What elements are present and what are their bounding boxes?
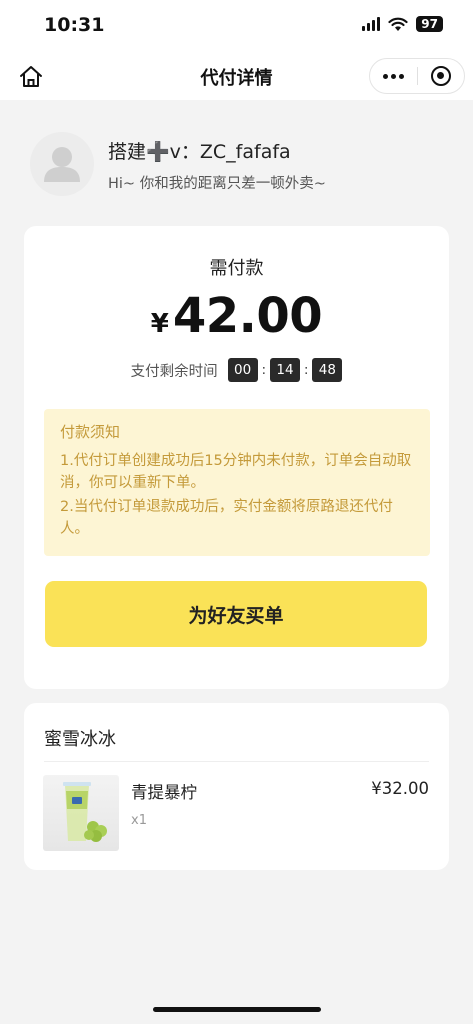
- product-image: [43, 775, 119, 851]
- requester-name: 搭建➕v：ZC_fafafa: [108, 141, 291, 163]
- home-indicator: [153, 1007, 321, 1012]
- countdown-hours: 00: [227, 358, 258, 382]
- countdown-seconds: 48: [312, 358, 343, 382]
- battery-icon: 97: [416, 16, 443, 32]
- target-close-icon: [430, 66, 451, 86]
- countdown-minutes: 14: [270, 358, 300, 382]
- amount-value: 42.00: [172, 288, 323, 344]
- product-quantity: x1: [131, 813, 147, 828]
- notice-title: 付款须知: [60, 423, 121, 441]
- payment-notice: 付款须知 1.代付订单创建成功后15分钟内未付款，订单会自动取消，你可以重新下单…: [44, 409, 430, 556]
- close-button[interactable]: [417, 59, 464, 93]
- pay-for-friend-button[interactable]: 为好友买单: [45, 581, 427, 647]
- status-time: 10:31: [44, 14, 105, 36]
- mini-program-capsule: [369, 58, 465, 94]
- store-name: 蜜雪冰冰: [44, 729, 116, 750]
- order-card: 蜜雪冰冰 青提暴柠 ¥32.00 x1: [24, 703, 449, 870]
- more-dots-icon: [382, 73, 388, 79]
- amount-label: 需付款: [209, 258, 264, 279]
- signal-icon: [362, 17, 381, 31]
- avatar: [30, 132, 94, 196]
- countdown: 支付剩余时间 00 : 14 : 48: [24, 358, 449, 382]
- payment-card: 需付款 ¥ 42.00 支付剩余时间 00 : 14 : 48 付款须知 1.代…: [24, 226, 449, 689]
- notice-item: 1.代付订单创建成功后15分钟内未付款，订单会自动取消，你可以重新下单。: [60, 453, 412, 491]
- product-name: 青提暴柠: [131, 783, 197, 802]
- currency-symbol: ¥: [150, 309, 169, 339]
- user-silhouette-icon: [44, 147, 80, 182]
- status-bar: 10:31 97: [0, 0, 473, 52]
- countdown-label: 支付剩余时间: [130, 363, 218, 380]
- divider: [44, 761, 429, 762]
- status-icons: 97: [362, 16, 443, 32]
- requester-message: Hi~ 你和我的距离只差一顿外卖~: [108, 176, 326, 192]
- nav-bar: 代付详情: [0, 52, 473, 100]
- countdown-separator: :: [304, 362, 309, 378]
- more-button[interactable]: [370, 59, 417, 93]
- countdown-separator: :: [261, 362, 266, 378]
- product-price: ¥32.00: [371, 779, 429, 798]
- wifi-icon: [388, 17, 408, 31]
- drink-cup-icon: [63, 782, 107, 842]
- amount-row: ¥ 42.00: [24, 288, 449, 344]
- notice-item: 2.当代付订单退款成功后，实付金额将原路退还代付人。: [60, 499, 393, 537]
